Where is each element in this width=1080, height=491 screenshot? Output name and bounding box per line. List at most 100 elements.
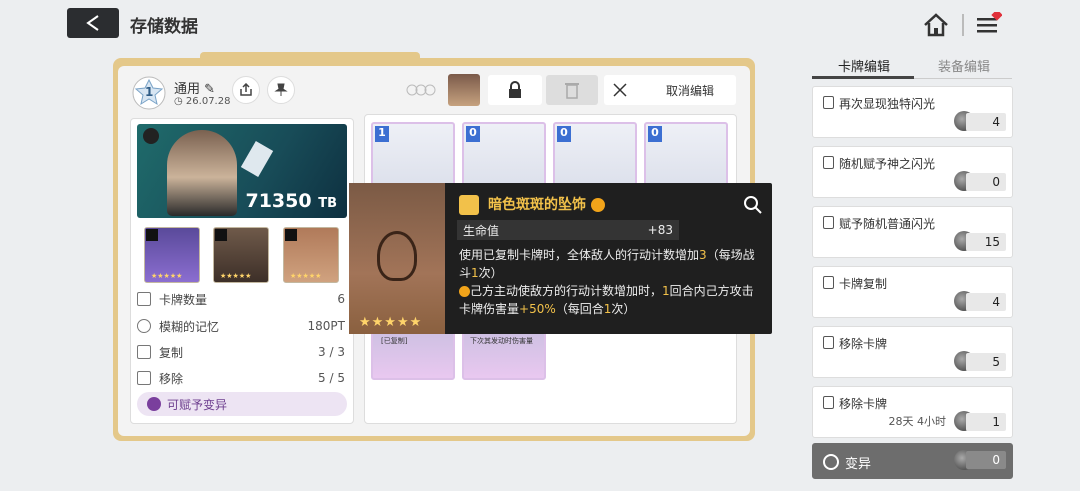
card-cost: 0 xyxy=(557,126,571,142)
equip-slot-weapon[interactable]: ★★★★★ xyxy=(144,227,200,283)
card-cost: 0 xyxy=(466,126,480,142)
item-image: ★★★★★ xyxy=(349,183,445,334)
sidebar-item-divine-flash[interactable]: 随机赋予神之闪光 0 xyxy=(812,146,1013,198)
tab-card-edit[interactable]: 卡牌编辑 xyxy=(838,56,890,75)
lock-icon xyxy=(509,81,521,98)
sidebar-item-card-copy[interactable]: 卡牌复制 4 xyxy=(812,266,1013,318)
card-cost: 0 xyxy=(648,126,662,142)
desc-highlight: 1 xyxy=(471,266,479,280)
desc-text: 使用已复制卡牌时，全体敌人的行动计数增加 xyxy=(459,248,700,262)
sidebar-item-count: 0 xyxy=(966,451,1006,469)
divider xyxy=(962,14,964,36)
banner-unit: TB xyxy=(318,196,337,211)
stat-value: 5 / 5 xyxy=(318,371,345,385)
back-button[interactable] xyxy=(67,8,119,38)
desc-highlight: 1 xyxy=(662,284,670,298)
pin-button[interactable] xyxy=(267,76,295,104)
set-effect-icon xyxy=(459,286,470,297)
sidebar-item-label: 变异 xyxy=(845,457,872,472)
cancel-edit-button[interactable]: 取消编辑 xyxy=(604,75,736,105)
tab-selected-indicator xyxy=(812,76,914,79)
sidebar-item-count: 5 xyxy=(966,353,1006,371)
mutation-label: 可赋予变异 xyxy=(167,397,228,412)
equip-stars: ★★★★★ xyxy=(220,272,252,280)
stat-label: 模糊的记忆 xyxy=(159,319,220,334)
desc-highlight: 3 xyxy=(699,248,707,262)
share-icon xyxy=(240,83,252,96)
deck-date: ◷ 26.07.28 xyxy=(174,96,230,107)
item-description: 使用已复制卡牌时，全体敌人的行动计数增加3（每场战斗1次） 己方主动使敌方的行动… xyxy=(459,246,759,318)
stat-card-count: 卡牌数量 6 xyxy=(137,288,345,310)
lock-button[interactable] xyxy=(488,75,542,105)
copy-icon xyxy=(823,276,834,289)
flash-icon xyxy=(823,156,834,169)
sidebar-item-unique-flash[interactable]: 再次显现独特闪光 4 xyxy=(812,86,1013,138)
sidebar-item-mutation[interactable]: 变异 0 xyxy=(812,443,1013,479)
mutation-available-bar[interactable]: 可赋予变异 xyxy=(137,392,347,416)
card-tag: 下次其发动时伤害量 xyxy=(470,337,533,345)
stat-label: 卡牌数量 xyxy=(159,292,208,307)
item-stat-row: 生命值 +83 xyxy=(457,220,679,240)
sidebar-item-normal-flash[interactable]: 赋予随机普通闪光 15 xyxy=(812,206,1013,258)
crystal-icon xyxy=(240,141,274,177)
remove-icon xyxy=(823,336,834,349)
desc-text: 次） xyxy=(478,266,503,280)
desc-text: 己方主动使敌方的行动计数增加时， xyxy=(470,284,663,298)
card-cost: 1 xyxy=(375,126,389,142)
cross-arrows-icon xyxy=(613,83,627,97)
ring-slot-icon xyxy=(459,195,479,215)
home-icon[interactable] xyxy=(922,12,950,38)
sidebar-item-timer: 28天 4小时 xyxy=(888,415,947,428)
remove-icon xyxy=(137,371,151,385)
deck-name[interactable]: 通用 ✎ xyxy=(174,78,215,97)
equip-slot-accessory[interactable]: ★★★★★ xyxy=(283,227,339,283)
deck-number-badge: 1 xyxy=(132,76,166,110)
stat-value: 3 / 3 xyxy=(318,345,345,359)
desc-text: （每回合 xyxy=(555,302,604,316)
search-icon[interactable] xyxy=(740,192,766,218)
card-tag: [已复制] xyxy=(381,337,408,345)
trash-icon xyxy=(565,83,579,99)
card-count-icon xyxy=(137,292,151,306)
tab-equip-edit[interactable]: 装备编辑 xyxy=(938,56,990,75)
remove-icon xyxy=(823,396,834,409)
character-portrait xyxy=(167,130,237,216)
character-banner[interactable]: 71350 TB xyxy=(137,124,347,218)
equip-slot-armor[interactable]: ★★★★★ xyxy=(213,227,269,283)
equip-stars: ★★★★★ xyxy=(151,272,183,280)
sidebar-item-remove-card[interactable]: 移除卡牌 5 xyxy=(812,326,1013,378)
stat-remove: 移除 5 / 5 xyxy=(137,367,345,389)
item-stars: ★★★★★ xyxy=(359,315,423,330)
banner-number: 71350 xyxy=(245,190,312,212)
mutation-icon xyxy=(147,397,161,411)
sidebar-item-count: 4 xyxy=(966,113,1006,131)
item-title-text: 暗色斑斑的坠饰 xyxy=(488,197,586,213)
sidebar-item-count: 4 xyxy=(966,293,1006,311)
sidebar-item-label: 卡牌复制 xyxy=(839,277,888,291)
sidebar-item-count: 1 xyxy=(966,413,1006,431)
set-effect-icon xyxy=(590,198,605,212)
clock-icon: ◷ xyxy=(174,96,183,107)
flash-icon xyxy=(823,216,834,229)
link-rings-icon xyxy=(405,82,437,96)
desc-text: 次） xyxy=(611,302,636,316)
share-button[interactable] xyxy=(232,76,260,104)
character-avatar[interactable] xyxy=(448,74,480,106)
sidebar-item-count: 15 xyxy=(966,233,1006,251)
delete-button[interactable] xyxy=(546,75,598,105)
menu-icon[interactable] xyxy=(976,9,1003,38)
sidebar-item-label: 随机赋予神之闪光 xyxy=(839,157,936,171)
pin-icon xyxy=(274,83,288,96)
flash-icon xyxy=(823,96,834,109)
sidebar-item-count: 0 xyxy=(966,173,1006,191)
sidebar-item-label: 移除卡牌 xyxy=(839,397,888,411)
stat-label: 移除 xyxy=(159,371,184,386)
stat-value: 6 xyxy=(337,292,345,306)
cancel-edit-label: 取消编辑 xyxy=(666,83,715,98)
stat-copy: 复制 3 / 3 xyxy=(137,341,345,363)
ring-icon xyxy=(285,229,297,241)
sidebar-item-remove-card-timed[interactable]: 移除卡牌 28天 4小时 1 xyxy=(812,386,1013,438)
banner-value: 71350 TB xyxy=(245,190,337,212)
edit-pencil-icon[interactable]: ✎ xyxy=(204,82,215,97)
pendant-icon xyxy=(377,231,417,281)
